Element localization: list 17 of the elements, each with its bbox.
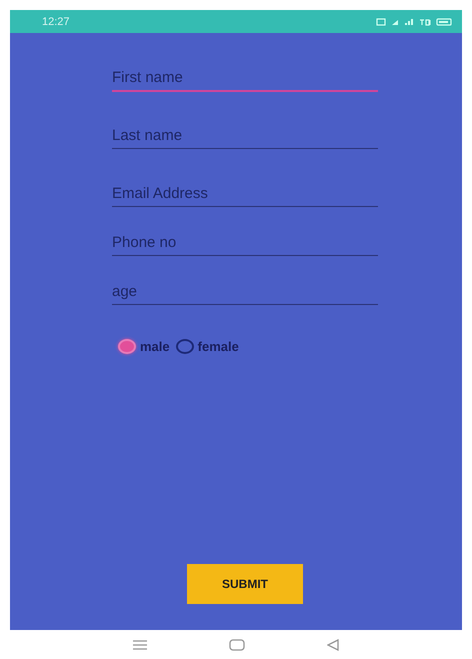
radio-button[interactable] (118, 339, 136, 354)
status-time: 12:27 (42, 16, 70, 28)
network-type-icon (419, 16, 431, 26)
square-icon[interactable] (229, 638, 245, 650)
submit-button[interactable]: SUBMIT (187, 564, 303, 604)
battery-icon (436, 16, 452, 26)
radio-button[interactable] (176, 339, 194, 354)
signal-icon (404, 16, 414, 26)
radio-label: female (198, 339, 239, 354)
text-field[interactable]: Email Address (112, 183, 378, 207)
radio-label: male (140, 339, 170, 354)
back-icon[interactable] (327, 638, 339, 650)
text-field[interactable]: First name (112, 67, 378, 92)
text-field[interactable]: age (112, 281, 378, 305)
menu-icon[interactable] (133, 640, 147, 650)
text-field[interactable]: Last name (112, 125, 378, 149)
text-field[interactable]: Phone no (112, 232, 378, 256)
